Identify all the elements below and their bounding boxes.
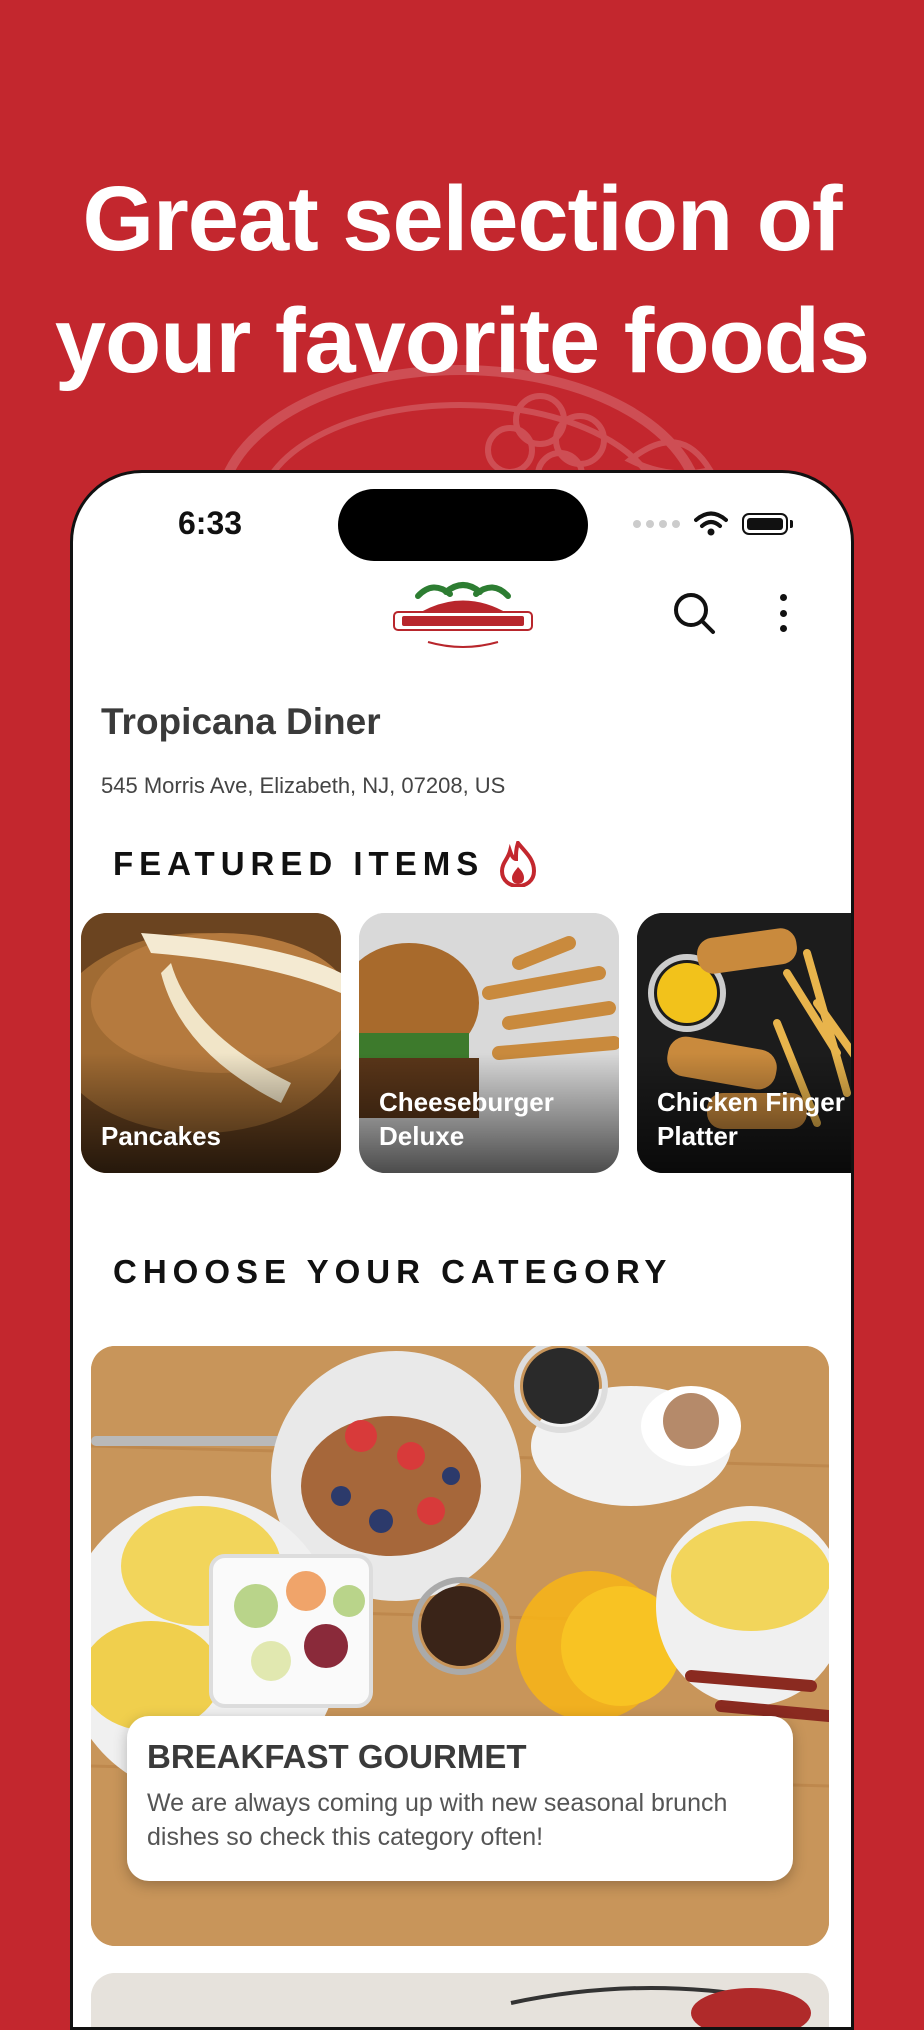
wifi-icon <box>694 511 728 536</box>
featured-item-card[interactable]: Chicken Finger Platter <box>637 913 851 1173</box>
category-description: We are always coming up with new seasona… <box>147 1789 728 1851</box>
featured-item-label: Cheeseburger Deluxe <box>379 1087 554 1151</box>
featured-item-label: Chicken Finger Platter <box>657 1087 845 1151</box>
next-category-photo <box>91 1973 829 2027</box>
category-name: BREAKFAST GOURMET <box>147 1738 527 1775</box>
signal-icon <box>633 520 680 528</box>
promo-headline: Great selection of your favorite foods <box>0 158 924 402</box>
featured-items-title: FEATURED ITEMS <box>113 845 485 882</box>
flame-icon <box>500 841 537 887</box>
more-vertical-icon[interactable] <box>773 590 793 636</box>
status-time: 6:33 <box>178 505 243 541</box>
category-card-next[interactable] <box>91 1973 829 2027</box>
battery-icon <box>742 513 788 535</box>
featured-item-label: Pancakes <box>101 1121 221 1151</box>
featured-items-heading: FEATURED ITEMS <box>113 841 538 887</box>
search-icon[interactable] <box>671 590 717 636</box>
featured-item-card[interactable]: Cheeseburger Deluxe <box>359 913 619 1173</box>
status-icons <box>633 511 793 537</box>
dynamic-island <box>338 489 588 561</box>
phone-frame: 6:33 Tropicana Diner 545 Morris Ave, Eli… <box>70 470 854 2030</box>
category-info-box: BREAKFAST GOURMET We are always coming u… <box>127 1716 793 1881</box>
category-heading: CHOOSE YOUR CATEGORY <box>113 1253 673 1290</box>
battery-tip <box>790 520 793 528</box>
headline-line-1: Great selection of <box>82 168 842 270</box>
restaurant-name: Tropicana Diner <box>101 701 381 742</box>
featured-item-card[interactable]: Pancakes <box>81 913 341 1173</box>
featured-items-carousel[interactable]: Pancakes Cheeseburger Deluxe Chicken Fin… <box>81 913 851 1175</box>
category-card[interactable]: BREAKFAST GOURMET We are always coming u… <box>91 1346 829 1946</box>
headline-line-2: your favorite foods <box>54 290 870 392</box>
restaurant-address: 545 Morris Ave, Elizabeth, NJ, 07208, US <box>101 773 506 798</box>
tropicana-logo[interactable] <box>388 578 538 658</box>
